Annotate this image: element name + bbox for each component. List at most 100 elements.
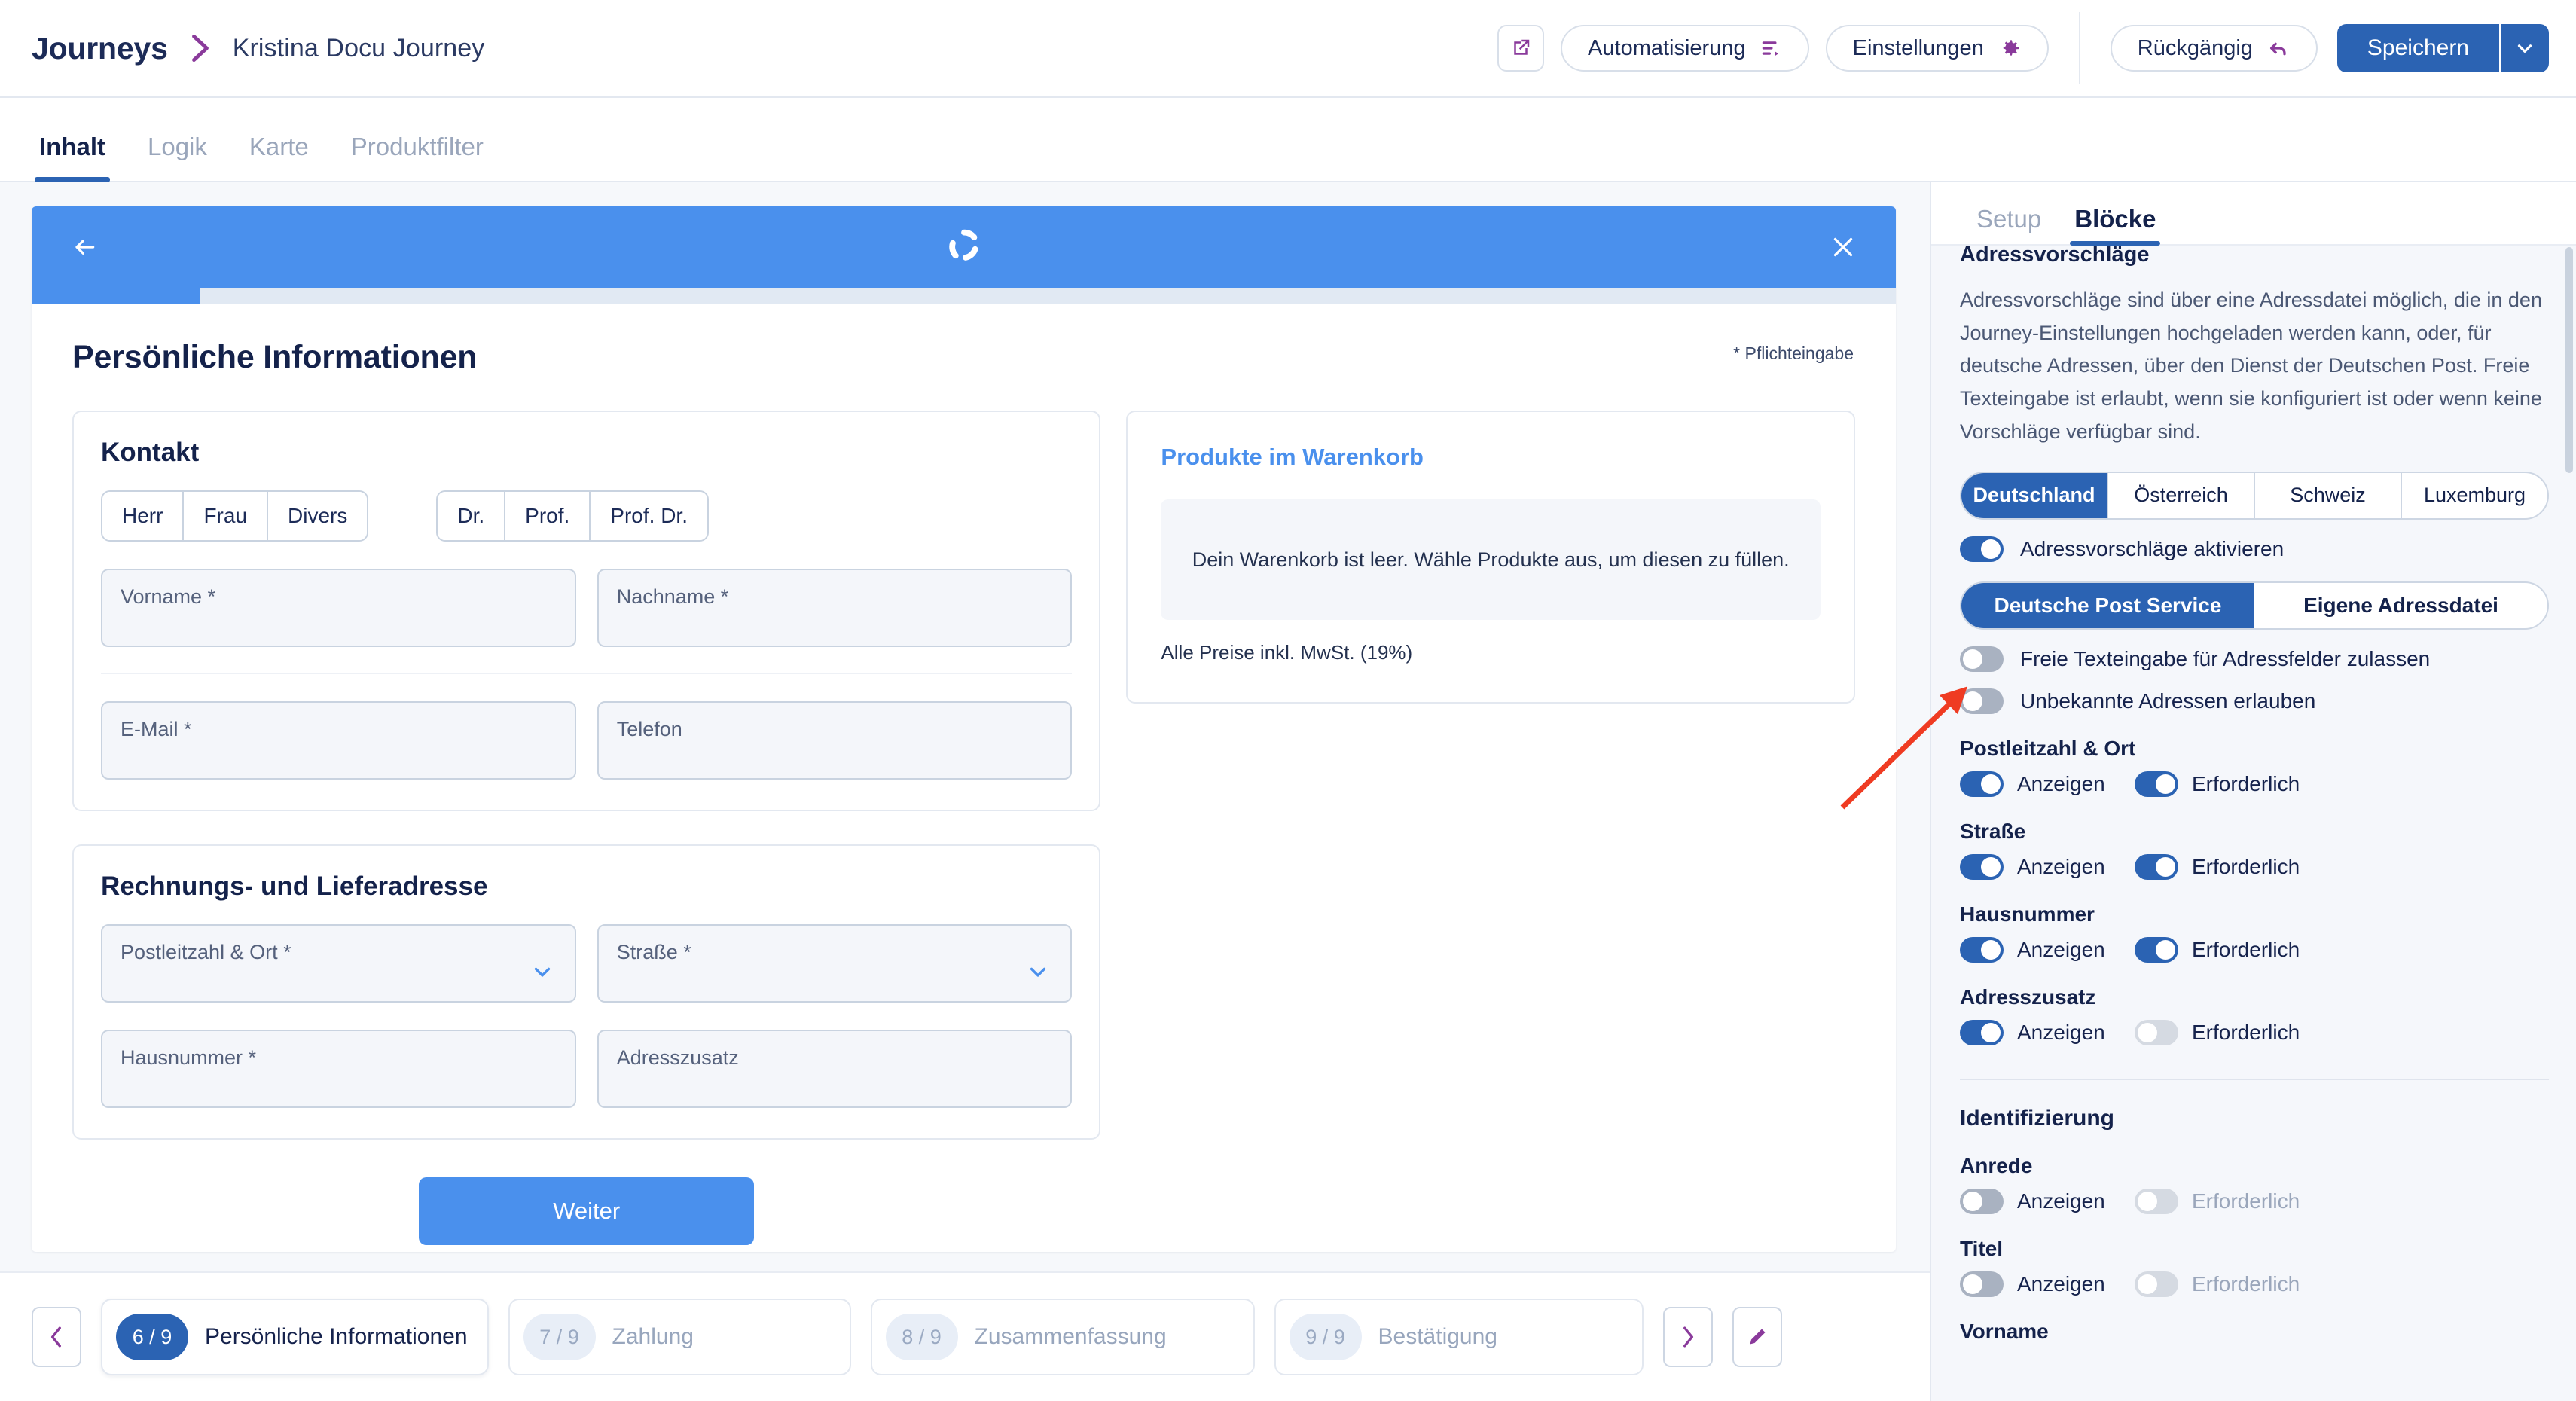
hausnummer-field[interactable]: Hausnummer * [101, 1030, 576, 1108]
titel-required-cell: Erforderlich [2135, 1271, 2300, 1297]
page-title: Persönliche Informationen [72, 339, 478, 375]
step-card-8[interactable]: 8 / 9 Zusammenfassung [870, 1299, 1255, 1375]
flow-list-icon [1762, 41, 1778, 56]
hausnummer-show-toggle[interactable] [1960, 936, 2004, 963]
sidebar-scroll-area[interactable]: Adressvorschläge Adressvorschläge sind ü… [1931, 243, 2576, 1401]
strasse-show-label: Anzeigen [2017, 854, 2105, 878]
save-split-button[interactable]: Speichern [2336, 24, 2549, 72]
anrede-required-toggle[interactable] [2135, 1188, 2178, 1214]
unknown-addresses-toggle[interactable] [1960, 688, 2004, 714]
titel-show-toggle[interactable] [1960, 1271, 2004, 1297]
title-group: Dr. Prof. Prof. Dr. [436, 490, 709, 542]
form-preview-card: Persönliche Informationen * Pflichteinga… [32, 206, 1896, 1252]
settings-label: Einstellungen [1852, 35, 1984, 60]
gear-icon [2003, 40, 2019, 56]
tab-inhalt[interactable]: Inhalt [18, 133, 127, 182]
brand-journeys-link[interactable]: Journeys [32, 31, 168, 66]
title-option-dr[interactable]: Dr. [438, 492, 506, 540]
step-label-6: Persönliche Informationen [205, 1324, 468, 1349]
strasse-required-toggle[interactable] [2135, 853, 2178, 880]
contact-divider [101, 673, 1073, 674]
preview-button[interactable] [1497, 25, 1545, 72]
anrede-show-cell: Anzeigen [1960, 1188, 2135, 1214]
title-option-prof-dr[interactable]: Prof. Dr. [591, 492, 707, 540]
unknown-addresses-label: Unbekannte Adressen erlauben [2020, 688, 2316, 713]
step-next-button[interactable] [1662, 1307, 1713, 1367]
email-field[interactable]: E-Mail * [101, 701, 576, 780]
sidebar-tab-bloecke[interactable]: Blöcke [2058, 205, 2172, 246]
vorname-field[interactable]: Vorname * [101, 569, 576, 647]
arrow-left-icon [75, 240, 95, 255]
salutation-option-herr[interactable]: Herr [102, 492, 185, 540]
hausnummer-required-toggle[interactable] [2135, 936, 2178, 963]
service-option-eigene-adressdatei[interactable]: Eigene Adressdatei [2254, 583, 2547, 628]
step-card-6[interactable]: 6 / 9 Persönliche Informationen [101, 1299, 489, 1375]
adresszusatz-required-cell: Erforderlich [2135, 1019, 2300, 1045]
field-group-hausnummer: Hausnummer Anzeigen Erforderlich [1960, 902, 2549, 963]
save-dropdown-button[interactable] [2501, 24, 2549, 72]
tab-produktfilter[interactable]: Produktfilter [330, 133, 505, 181]
plz-show-cell: Anzeigen [1960, 771, 2135, 797]
weiter-button[interactable]: Weiter [419, 1177, 755, 1245]
nachname-field[interactable]: Nachname * [597, 569, 1073, 647]
sidebar-divider [1960, 1078, 2549, 1080]
strasse-required-label: Erforderlich [2192, 854, 2300, 878]
title-option-prof[interactable]: Prof. [505, 492, 591, 540]
preview-close-button[interactable] [1824, 227, 1863, 267]
free-text-label: Freie Texteingabe für Adressfelder zulas… [2020, 646, 2431, 670]
strasse-show-toggle[interactable] [1960, 853, 2004, 880]
save-button[interactable]: Speichern [2336, 24, 2501, 72]
field-group-hausnummer-title: Hausnummer [1960, 902, 2095, 926]
field-group-anrede-title: Anrede [1960, 1153, 2033, 1177]
adresszusatz-show-cell: Anzeigen [1960, 1019, 2135, 1045]
settings-button[interactable]: Einstellungen [1825, 25, 2049, 72]
plz-ort-field[interactable]: Postleitzahl & Ort * [101, 924, 576, 1003]
step-card-7[interactable]: 7 / 9 Zahlung [508, 1299, 851, 1375]
adresszusatz-show-toggle[interactable] [1960, 1019, 2004, 1045]
country-option-deutschland[interactable]: Deutschland [1961, 472, 2108, 518]
anrede-show-toggle[interactable] [1960, 1188, 2004, 1214]
free-text-toggle[interactable] [1960, 646, 2004, 672]
toggle-knob [1963, 1274, 1982, 1294]
tab-karte[interactable]: Karte [228, 133, 330, 181]
enable-suggestions-toggle[interactable] [1960, 536, 2004, 562]
step-card-9[interactable]: 9 / 9 Bestätigung [1274, 1299, 1644, 1375]
plz-required-cell: Erforderlich [2135, 771, 2300, 797]
unknown-addresses-row: Unbekannte Adressen erlauben [1960, 688, 2549, 714]
preview-back-button[interactable] [65, 227, 104, 267]
toggle-knob [1981, 856, 2001, 877]
telefon-field[interactable]: Telefon [597, 701, 1073, 780]
chevron-down-icon [534, 967, 550, 977]
app-root: Journeys Kristina Docu Journey Automatis… [0, 0, 2576, 1401]
tab-logik[interactable]: Logik [127, 133, 228, 181]
adresszusatz-field[interactable]: Adresszusatz [597, 1030, 1073, 1108]
step-counter-8: 8 / 9 [885, 1314, 958, 1360]
country-option-luxemburg[interactable]: Luxemburg [2402, 473, 2547, 518]
country-option-oesterreich[interactable]: Österreich [2108, 472, 2255, 518]
step-navigation-bar: 6 / 9 Persönliche Informationen 7 / 9 Za… [0, 1271, 1930, 1401]
undo-button[interactable]: Rückgängig [2110, 25, 2318, 72]
chevron-right-icon [1683, 1326, 1693, 1348]
step-counter-7: 7 / 9 [523, 1314, 596, 1360]
field-group-anrede: Anrede Anzeigen Erforderlich [1960, 1154, 2549, 1214]
email-phone-field-row: E-Mail * Telefon [101, 701, 1073, 780]
form-body: Persönliche Informationen * Pflichteinga… [32, 304, 1896, 1252]
field-group-strasse-toggles: Anzeigen Erforderlich [1960, 853, 2549, 880]
strasse-field[interactable]: Straße * [597, 924, 1073, 1003]
salutation-option-divers[interactable]: Divers [268, 492, 368, 540]
automation-button[interactable]: Automatisierung [1561, 25, 1809, 72]
salutation-option-frau[interactable]: Frau [184, 492, 269, 540]
step-edit-button[interactable] [1732, 1307, 1782, 1367]
breadcrumb: Journeys Kristina Docu Journey [0, 31, 484, 66]
plz-show-toggle[interactable] [1960, 771, 2004, 797]
toggle-knob [2156, 856, 2175, 877]
plz-required-toggle[interactable] [2135, 771, 2178, 797]
step-prev-button[interactable] [32, 1307, 81, 1367]
sidebar-scrollbar[interactable] [2565, 247, 2573, 473]
country-option-schweiz[interactable]: Schweiz [2255, 472, 2402, 518]
sidebar-tab-setup[interactable]: Setup [1960, 205, 2058, 244]
adresszusatz-required-toggle[interactable] [2135, 1019, 2178, 1045]
titel-required-toggle[interactable] [2135, 1271, 2178, 1297]
titel-show-cell: Anzeigen [1960, 1271, 2135, 1297]
service-option-deutsche-post[interactable]: Deutsche Post Service [1961, 582, 2254, 628]
